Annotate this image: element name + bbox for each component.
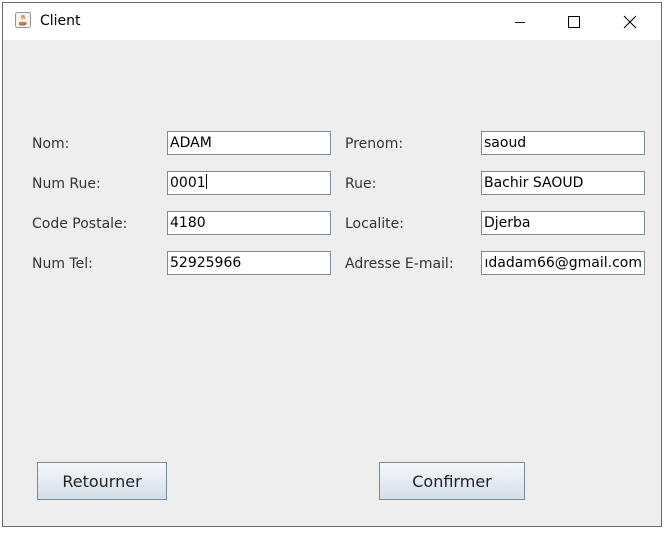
num-rue-field[interactable]: 0001 xyxy=(167,171,331,195)
nom-field[interactable]: ADAM xyxy=(167,131,331,155)
window-title: Client xyxy=(40,13,81,29)
localite-field[interactable]: Djerba xyxy=(481,211,645,235)
close-icon xyxy=(623,15,637,29)
form-panel: Nom: ADAM Prenom: saoud Num Rue: 0001 Ru… xyxy=(3,40,661,526)
title-bar[interactable]: Client xyxy=(3,3,661,40)
email-value: ıdadam66@gmail.com xyxy=(484,255,642,271)
maximize-button[interactable] xyxy=(551,3,597,40)
prenom-field[interactable]: saoud xyxy=(481,131,645,155)
close-button[interactable] xyxy=(607,3,653,40)
minimize-icon xyxy=(514,16,526,28)
rue-field[interactable]: Bachir SAOUD xyxy=(481,171,645,195)
localite-label: Localite: xyxy=(345,216,404,232)
code-postale-label: Code Postale: xyxy=(32,216,128,232)
prenom-label: Prenom: xyxy=(345,136,404,152)
nom-label: Nom: xyxy=(32,136,70,152)
code-postale-field[interactable]: 4180 xyxy=(167,211,331,235)
email-field[interactable]: ıdadam66@gmail.com xyxy=(481,251,645,275)
minimize-button[interactable] xyxy=(497,3,543,40)
email-label: Adresse E-mail: xyxy=(345,256,454,272)
java-cup-icon xyxy=(15,12,31,28)
text-caret xyxy=(205,174,207,189)
num-rue-label: Num Rue: xyxy=(32,176,101,192)
client-window: Client Nom: ADAM Prenom: saoud Num Rue: … xyxy=(2,2,662,527)
confirmer-button[interactable]: Confirmer xyxy=(379,462,525,500)
rue-label: Rue: xyxy=(345,176,377,192)
retourner-button[interactable]: Retourner xyxy=(37,462,167,500)
num-tel-field[interactable]: 52925966 xyxy=(167,251,331,275)
maximize-icon xyxy=(568,15,580,28)
num-rue-value: 0001 xyxy=(170,175,206,191)
num-tel-label: Num Tel: xyxy=(32,256,93,272)
